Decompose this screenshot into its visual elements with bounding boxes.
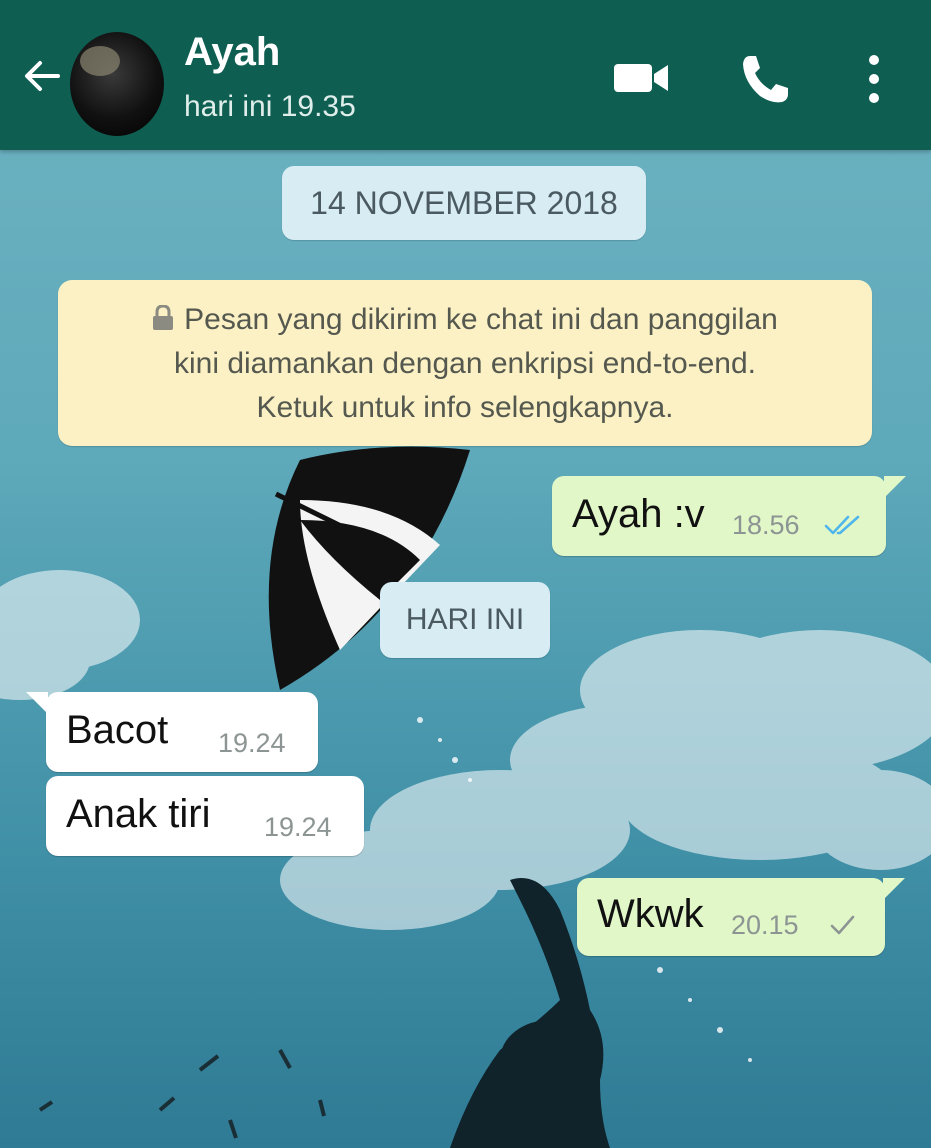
more-options-icon[interactable]	[862, 52, 886, 106]
message-time: 20.15	[731, 910, 799, 940]
encryption-notice-line: kini diamankan dengan enkripsi end-to-en…	[173, 347, 757, 380]
message-bubble-outgoing[interactable]: Wkwk 20.15	[577, 878, 905, 956]
message-text: Ayah :v	[572, 492, 705, 536]
message-text: Wkwk	[597, 892, 704, 936]
encryption-notice-line: Ketuk untuk info selengkapnya.	[256, 391, 674, 424]
message-time: 19.24	[264, 812, 332, 842]
encryption-notice[interactable]: Pesan yang dikirim ke chat ini dan pangg…	[58, 280, 872, 446]
message-time: 18.56	[732, 510, 800, 540]
phone-call-icon[interactable]	[738, 52, 792, 106]
read-double-tick-icon	[824, 515, 860, 535]
date-chip: 14 NOVEMBER 2018	[282, 166, 646, 240]
message-bubble-incoming[interactable]: Anak tiri 19.24	[46, 776, 364, 856]
message-bubble-outgoing[interactable]: Ayah :v 18.56	[552, 476, 906, 556]
sent-tick-icon	[830, 915, 855, 935]
contact-name[interactable]: Ayah	[184, 30, 280, 75]
video-call-icon[interactable]	[612, 58, 670, 98]
message-text: Anak tiri	[66, 792, 211, 836]
encryption-notice-line: Pesan yang dikirim ke chat ini dan pangg…	[184, 303, 778, 336]
chat-screen: Ayah hari ini 19.35 14 NOVEMBER 2018 Pes…	[0, 0, 931, 1148]
message-text: Bacot	[66, 708, 169, 752]
chat-header: Ayah hari ini 19.35	[0, 0, 931, 150]
last-seen-status: hari ini 19.35	[184, 90, 356, 123]
today-chip: HARI INI	[380, 582, 550, 658]
contact-avatar[interactable]	[70, 32, 164, 136]
message-bubble-incoming[interactable]: Bacot 19.24	[26, 692, 318, 772]
back-arrow-icon[interactable]	[18, 52, 66, 100]
message-time: 19.24	[218, 728, 286, 758]
lock-icon	[153, 305, 174, 330]
